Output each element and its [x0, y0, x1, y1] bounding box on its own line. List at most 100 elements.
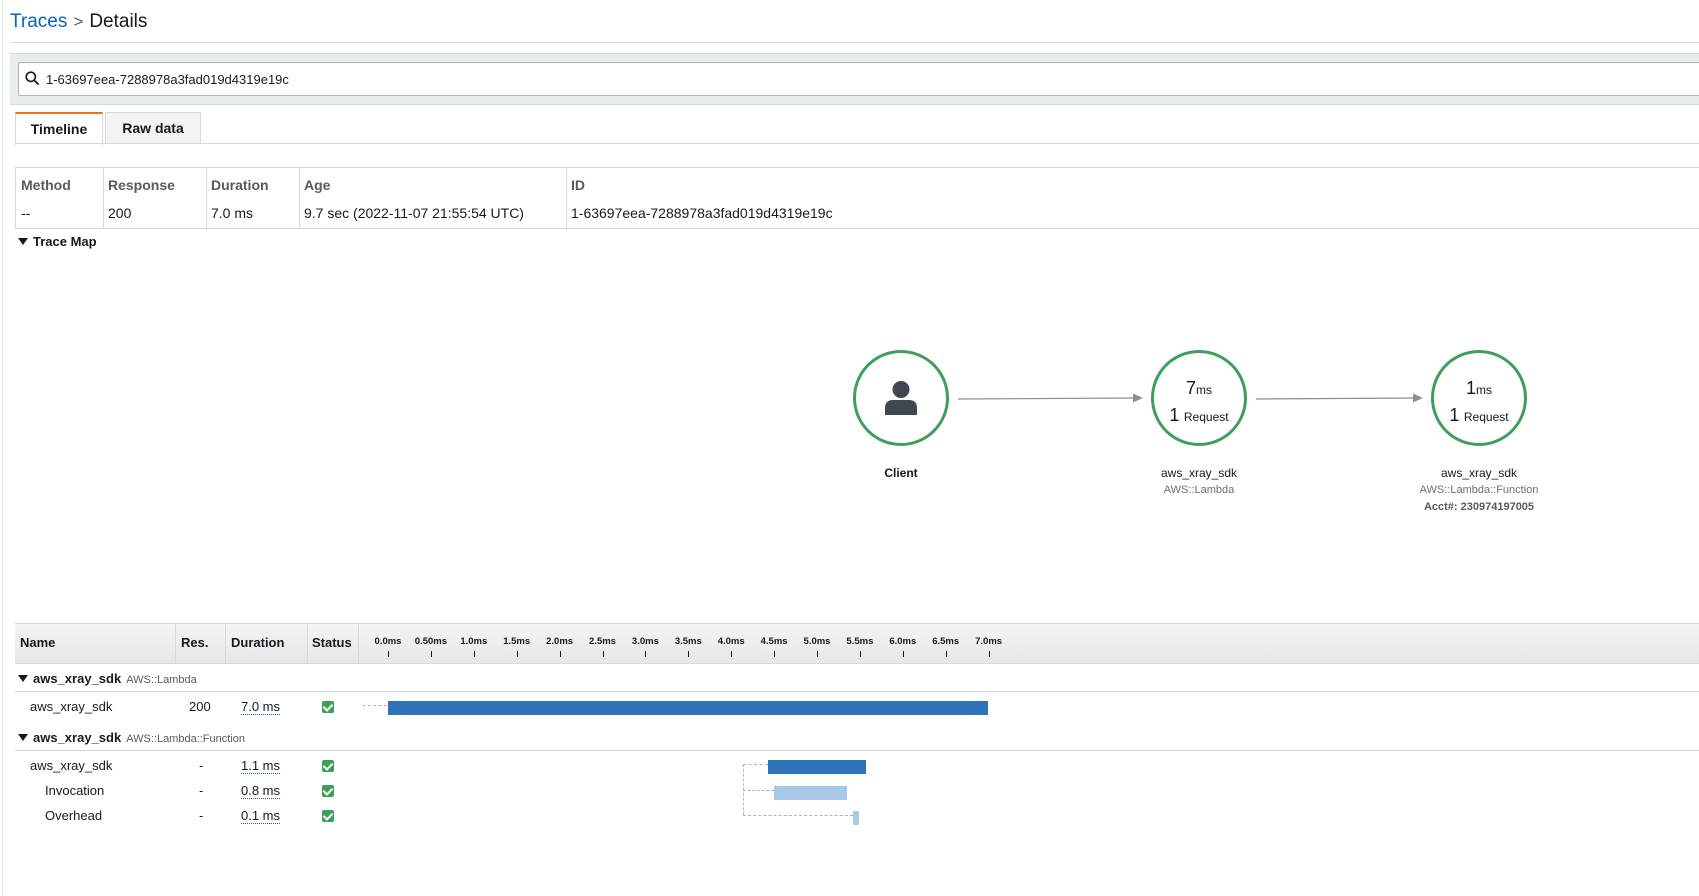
segment-group-name: aws_xray_sdk [33, 671, 122, 686]
caret-down-icon [18, 734, 28, 741]
segment-name: aws_xray_sdk [30, 758, 113, 773]
timeline-tick-mark [430, 651, 432, 657]
timeline-tick-mark [688, 651, 690, 657]
lambda-node-label: aws_xray_sdk AWS::Lambda [1099, 466, 1299, 496]
status-ok-icon [322, 785, 334, 797]
subsegment-duration-link[interactable]: 0.8 ms [241, 783, 281, 799]
lambda-node-time: 7 [1185, 378, 1196, 398]
column-header-status[interactable]: Status [312, 635, 352, 650]
segment-duration-link[interactable]: 1.1 ms [241, 758, 281, 774]
timeline-tick-mark [945, 651, 947, 657]
timeline-connector [743, 815, 853, 816]
edge-lambda-to-function[interactable] [1255, 393, 1423, 403]
subsegment-response: - [199, 783, 204, 798]
timeline-tick-mark [902, 651, 904, 657]
timeline-connector [743, 764, 768, 765]
client-node-label: Client [801, 466, 1001, 480]
timeline-tick-label: 2.5ms [589, 636, 616, 647]
column-divider [175, 624, 176, 663]
column-divider [225, 624, 226, 663]
timeline-tick-mark [388, 651, 389, 657]
subsegment-row[interactable]: Invocation - 0.8 ms [15, 779, 1699, 803]
segment-group-type: AWS::Lambda::Function [126, 733, 246, 745]
timeline-tick-mark [859, 651, 861, 657]
timeline-tick-mark [559, 651, 561, 657]
function-node-type: AWS::Lambda::Function [1419, 484, 1539, 496]
timeline-connector [363, 705, 387, 706]
segment-group-function[interactable]: aws_xray_sdk AWS::Lambda::Function [15, 724, 1699, 751]
function-node-name: aws_xray_sdk [1440, 466, 1518, 480]
column-header-res[interactable]: Res. [181, 635, 208, 650]
segment-group-title: aws_xray_sdk AWS::Lambda [18, 671, 197, 686]
user-icon [885, 381, 917, 415]
subsegment-name: Overhead [45, 808, 103, 823]
lambda-node-latency: 7ms [1154, 378, 1244, 399]
segment-duration-link[interactable]: 7.0 ms [241, 699, 281, 715]
client-node-name: Client [884, 466, 918, 480]
lambda-node-name: aws_xray_sdk [1160, 466, 1238, 480]
column-divider [358, 624, 359, 663]
column-header-name[interactable]: Name [20, 635, 55, 650]
function-node[interactable]: 1ms 1 Request [1431, 350, 1527, 446]
column-divider [307, 624, 308, 663]
lambda-node-request-count: 1 [1169, 405, 1180, 425]
edge-client-to-lambda[interactable] [957, 393, 1143, 403]
timeline-bar-invocation[interactable] [774, 786, 847, 800]
function-node-account: Acct#: 230974197005 [1423, 501, 1535, 513]
timeline-tick-mark [602, 651, 604, 657]
timeline-tick-label: 7.0ms [975, 636, 1003, 647]
timeline-tick-label: 0.50ms [414, 636, 448, 647]
segment-response: 200 [189, 699, 211, 714]
timeline-tick-label: 2.0ms [546, 636, 574, 647]
function-node-request-count: 1 [1449, 405, 1460, 425]
lambda-node[interactable]: 7ms 1 Request [1151, 350, 1247, 446]
timeline-tick-label: 1.0ms [460, 636, 488, 647]
function-node-label: aws_xray_sdk AWS::Lambda::Function Acct#… [1379, 466, 1579, 513]
segments-table-header: Name Res. Duration Status 0.0ms 0.50ms 1.0… [15, 623, 1699, 664]
timeline-tick-label: 6.5ms [932, 636, 960, 647]
function-node-time: 1 [1465, 378, 1476, 398]
timeline-tick-label: 3.5ms [674, 636, 702, 647]
status-ok-icon [322, 810, 334, 822]
timeline-bar-function[interactable] [768, 760, 866, 774]
timeline-tick-mark [731, 651, 733, 657]
timeline-tick-mark [473, 651, 475, 657]
subsegment-name: Invocation [45, 783, 105, 798]
segment-name: aws_xray_sdk [30, 699, 113, 714]
timeline-tick-label: 1.5ms [503, 636, 531, 647]
caret-down-icon [18, 675, 28, 682]
timeline-tick-label: 3.0ms [631, 636, 659, 647]
timeline-bar-overhead[interactable] [853, 811, 859, 825]
timeline-connector [743, 790, 774, 791]
timeline-tick-mark [774, 651, 776, 657]
status-ok-icon [322, 701, 334, 713]
timeline-bar-lambda[interactable] [388, 701, 988, 715]
subsegment-response: - [199, 808, 204, 823]
timeline-tick-label: 5.0ms [803, 636, 831, 647]
timeline-tick-label: 0.0ms [374, 636, 402, 647]
timeline-tick-label: 4.0ms [717, 636, 745, 647]
timeline-tick-mark [817, 651, 818, 657]
lambda-node-type: AWS::Lambda [1163, 484, 1235, 496]
timeline-tick-mark [988, 651, 990, 657]
segment-group-name: aws_xray_sdk [33, 730, 122, 745]
status-ok-icon [322, 760, 334, 772]
lambda-node-time-unit: ms [1196, 383, 1212, 397]
timeline-tick-mark [645, 651, 647, 657]
column-header-duration[interactable]: Duration [231, 635, 284, 650]
function-node-requests: 1 Request [1434, 405, 1524, 426]
lambda-node-request-unit: Request [1183, 410, 1229, 424]
function-node-time-unit: ms [1476, 383, 1492, 397]
segment-group-type: AWS::Lambda [126, 674, 197, 686]
segment-group-lambda[interactable]: aws_xray_sdk AWS::Lambda [15, 665, 1699, 692]
segment-response: - [199, 758, 204, 773]
timeline-tick-mark [516, 651, 518, 657]
lambda-node-requests: 1 Request [1154, 405, 1244, 426]
client-node[interactable] [853, 350, 949, 446]
segment-group-title: aws_xray_sdk AWS::Lambda::Function [18, 730, 245, 745]
function-node-request-unit: Request [1463, 410, 1509, 424]
subsegment-duration-link[interactable]: 0.1 ms [241, 808, 281, 824]
timeline-tick-label: 5.5ms [846, 636, 874, 647]
function-node-latency: 1ms [1434, 378, 1524, 399]
timeline-tick-label: 4.5ms [760, 636, 788, 647]
